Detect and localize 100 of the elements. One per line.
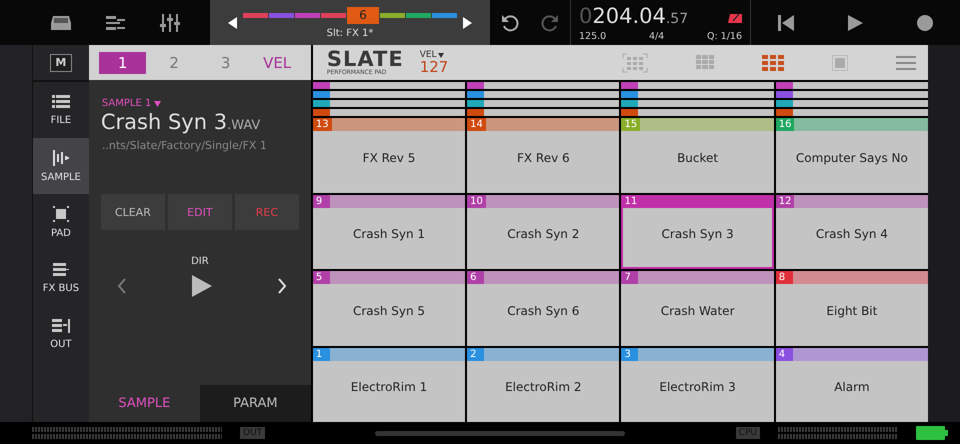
pad-number: 3 bbox=[621, 348, 638, 360]
velocity-label[interactable]: VEL bbox=[420, 50, 437, 60]
panel-tab[interactable]: PARAM bbox=[200, 385, 311, 422]
undo-icon[interactable] bbox=[500, 12, 520, 32]
drum-pad[interactable]: 11 Crash Syn 3 bbox=[621, 194, 774, 269]
bus-icon bbox=[52, 262, 69, 276]
action-button[interactable]: CLEAR bbox=[100, 194, 165, 230]
pad-number: 8 bbox=[776, 271, 793, 284]
pad-number: 16 bbox=[776, 118, 794, 131]
list-icon[interactable] bbox=[106, 14, 126, 30]
pad-number: 4 bbox=[776, 348, 793, 360]
pad-number: 6 bbox=[467, 271, 484, 284]
redo-icon[interactable] bbox=[540, 12, 560, 32]
bank-number[interactable]: 6 bbox=[347, 6, 379, 24]
drum-pad[interactable]: 3 ElectroRim 3 bbox=[621, 348, 774, 422]
bank-slot[interactable] bbox=[243, 12, 268, 18]
pad-name: Alarm bbox=[833, 379, 871, 396]
previous-icon[interactable] bbox=[116, 278, 127, 294]
dropdown-caret-icon[interactable] bbox=[154, 100, 162, 106]
sidebar-item[interactable]: FX BUS bbox=[32, 250, 89, 306]
right-arrow-icon[interactable] bbox=[462, 16, 472, 28]
layer-tab[interactable]: VEL bbox=[253, 52, 301, 74]
output-icon bbox=[52, 318, 70, 332]
pad-name: FX Rev 6 bbox=[516, 150, 571, 167]
sidebar-item[interactable]: OUT bbox=[32, 306, 89, 362]
bank-slot[interactable] bbox=[380, 12, 405, 18]
pad-name: Crash Water bbox=[660, 302, 736, 320]
drum-pad[interactable]: 2 ElectroRim 2 bbox=[467, 348, 620, 422]
sidebar-item[interactable]: PAD bbox=[32, 194, 89, 250]
tray-icon[interactable] bbox=[50, 14, 72, 30]
pad-name: Crash Syn 1 bbox=[352, 226, 426, 244]
sidebar-item[interactable]: SAMPLE bbox=[32, 138, 89, 194]
pad-name: Crash Syn 2 bbox=[506, 226, 580, 244]
battery-icon bbox=[916, 426, 948, 440]
quantize-value[interactable]: Q: 1/16 bbox=[706, 30, 742, 42]
drum-pad[interactable]: 14 FX Rev 6 bbox=[467, 118, 620, 192]
pad-name: ElectroRim 2 bbox=[504, 379, 583, 396]
pad-name: Crash Syn 3 bbox=[660, 226, 735, 244]
sample-file-name: Crash Syn 3.WAV bbox=[100, 109, 262, 136]
grid-icon[interactable] bbox=[762, 54, 784, 70]
logo-title: SLATE bbox=[326, 49, 404, 70]
pad-name: Crash Syn 5 bbox=[352, 302, 426, 320]
pad-number: 1 bbox=[312, 348, 330, 360]
pad-number: 9 bbox=[312, 194, 330, 208]
pad-number: 2 bbox=[467, 348, 484, 360]
next-icon[interactable] bbox=[276, 278, 287, 294]
pad-name: Bucket bbox=[676, 150, 720, 167]
mixer-icon[interactable] bbox=[160, 14, 180, 32]
drum-pad[interactable]: 12 Crash Syn 4 bbox=[776, 194, 928, 269]
pad-number: 10 bbox=[467, 194, 486, 208]
pad-name: Crash Syn 6 bbox=[506, 302, 580, 320]
pad-number: 14 bbox=[467, 118, 486, 131]
slot-caption: Slt: FX 1* bbox=[326, 28, 374, 38]
drum-pad[interactable]: 13 FX Rev 5 bbox=[312, 118, 466, 192]
pad-name: Crash Syn 4 bbox=[814, 226, 889, 244]
pad-number: 5 bbox=[312, 271, 330, 284]
bank-slot[interactable] bbox=[269, 12, 294, 18]
sidebar-item[interactable]: FILE bbox=[32, 82, 89, 138]
pad-number: 12 bbox=[776, 194, 794, 208]
drum-pad[interactable]: 9 Crash Syn 1 bbox=[312, 194, 466, 269]
pad-name: Eight Bit bbox=[825, 302, 878, 320]
drum-pad[interactable]: 16 Computer Says No bbox=[776, 118, 928, 192]
pad-name: FX Rev 5 bbox=[362, 150, 416, 167]
pad-icon bbox=[52, 206, 69, 222]
skip-back-icon[interactable] bbox=[776, 14, 795, 32]
drum-pad[interactable]: 8 Eight Bit bbox=[776, 271, 928, 346]
sample-slot-label[interactable]: SAMPLE 1 bbox=[102, 98, 152, 109]
pad-number: 15 bbox=[621, 118, 640, 131]
drum-pad[interactable]: 1 ElectroRim 1 bbox=[312, 348, 466, 422]
record-icon[interactable] bbox=[916, 14, 934, 32]
tempo-value[interactable]: 125.0 bbox=[579, 30, 606, 42]
left-arrow-icon[interactable] bbox=[228, 16, 238, 28]
list-icon bbox=[52, 94, 70, 108]
dropdown-caret-icon[interactable] bbox=[438, 52, 444, 58]
waveform-icon bbox=[52, 150, 69, 166]
bank-slot[interactable] bbox=[295, 12, 320, 18]
drum-pad[interactable]: 4 Alarm bbox=[776, 348, 928, 422]
metronome-icon[interactable] bbox=[728, 12, 742, 22]
drum-pad[interactable]: 7 Crash Water bbox=[621, 271, 774, 346]
drum-pad[interactable]: 15 Bucket bbox=[621, 118, 774, 192]
bank-slot[interactable] bbox=[406, 12, 431, 18]
pad-name: Computer Says No bbox=[794, 150, 909, 167]
position-counter: 0204.04.57 bbox=[579, 4, 688, 30]
bank-slot[interactable] bbox=[321, 12, 346, 18]
pad-number: 7 bbox=[621, 271, 638, 284]
sample-path: ..nts/Slate/Factory/Single/FX 1 bbox=[100, 139, 268, 152]
menu-icon[interactable] bbox=[896, 56, 916, 70]
direction-label: DIR bbox=[190, 256, 210, 267]
pad-number: 13 bbox=[312, 118, 332, 131]
pad-name: ElectroRim 1 bbox=[350, 379, 428, 396]
drum-pad[interactable]: 6 Crash Syn 6 bbox=[467, 271, 620, 346]
play-icon[interactable] bbox=[846, 14, 864, 32]
drum-pad[interactable]: 10 Crash Syn 2 bbox=[467, 194, 620, 269]
bank-slot[interactable] bbox=[432, 12, 457, 18]
time-signature[interactable]: 4/4 bbox=[648, 30, 664, 42]
m-button[interactable]: M bbox=[50, 54, 72, 72]
scroll-handle[interactable] bbox=[375, 430, 626, 436]
play-direction-icon[interactable] bbox=[192, 275, 212, 297]
drum-pad[interactable]: 5 Crash Syn 5 bbox=[312, 271, 466, 346]
layer-tab[interactable]: 1 bbox=[98, 52, 146, 74]
